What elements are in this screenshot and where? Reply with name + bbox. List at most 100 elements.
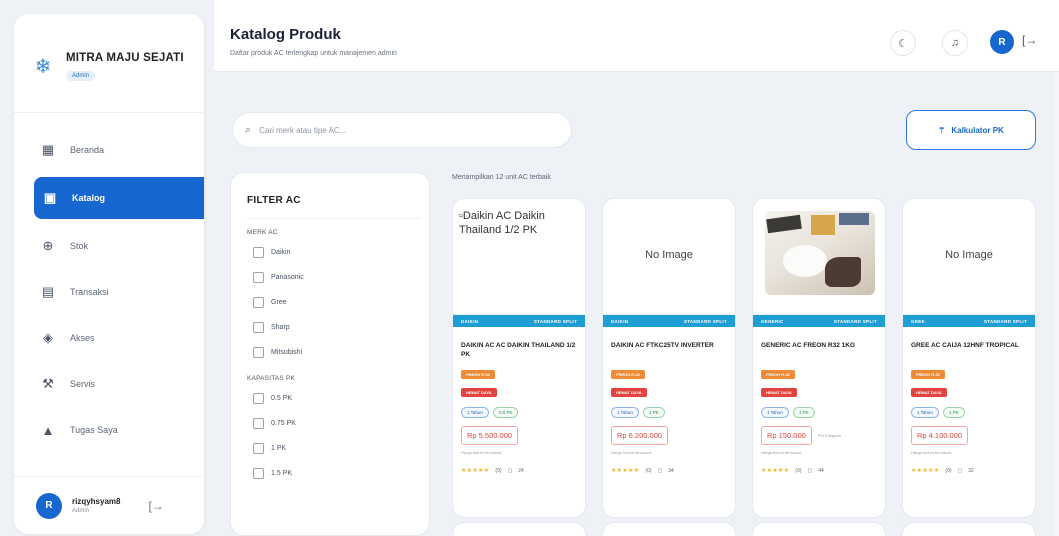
search-input[interactable] (259, 125, 540, 135)
price-note: Per Kilogram (817, 433, 841, 438)
price-subtext: Harga belum termasuk (911, 450, 952, 455)
checkbox[interactable] (253, 443, 264, 454)
filter-option-1-pk[interactable]: 1 PK (247, 436, 413, 461)
brand-tag: GENERIC (761, 318, 784, 324)
tag-bar: DAIKIN STANDARD SPLIT (603, 315, 735, 327)
no-image-placeholder: No Image (645, 249, 693, 261)
filter-option-daikin[interactable]: Daikin (247, 240, 413, 265)
filter-option-panasonic[interactable]: Panasonic (247, 265, 413, 290)
rating-stars: ★★★★★ (911, 468, 940, 474)
header-avatar[interactable]: R (990, 30, 1014, 54)
tag-bar: GREE STANDARD SPLIT (903, 315, 1035, 327)
sold-icon: ▢ (507, 467, 513, 474)
logout-icon[interactable]: [→ (148, 499, 163, 513)
brand-tag: DAIKIN (611, 318, 629, 324)
brand: ❄ MITRA MAJU SEJATI Admin (14, 14, 204, 98)
sidebar-item-label: Beranda (70, 145, 105, 155)
filter-option-label: 1 PK (271, 445, 287, 452)
type-tag: STANDARD SPLIT (533, 318, 577, 324)
feature-pill: FREON R-32 (611, 370, 645, 379)
filter-option-label: 0.75 PK (271, 420, 296, 427)
page-subtitle: Daftar produk AC terlengkap untuk manaje… (230, 50, 397, 57)
filter-option-label: Mitsubishi (271, 349, 303, 356)
sidebar-item-label: Stok (70, 241, 89, 251)
feature-pill: HEMAT DAYA (761, 388, 797, 397)
feature-pill: HEMAT DAYA (911, 388, 947, 397)
search-icon: ⌕ (245, 123, 252, 136)
filter-option-gree[interactable]: Gree (247, 290, 413, 315)
sidebar-item-beranda[interactable]: ▦ Beranda (14, 127, 204, 173)
filter-option-label: Panasonic (271, 274, 304, 281)
product-photo (765, 211, 875, 295)
warranty-chip: 1 Tahun (611, 407, 639, 418)
page-title: Katalog Produk (230, 26, 341, 43)
sold-count: 32 (968, 467, 974, 474)
product-card[interactable]: No Image GREE STANDARD SPLIT GREE AC CAIJ… (902, 198, 1036, 518)
product-card[interactable]: ▫Daikin AC Daikin Thailand 1/2 PK DAIKIN… (452, 198, 586, 518)
sidebar-item-transaksi[interactable]: ▤ Transaksi (14, 269, 204, 315)
tag-bar: DAIKIN STANDARD SPLIT (453, 315, 585, 327)
rating-stars: ★★★★★ (461, 468, 490, 474)
warranty-chip: 1 Tahun (461, 407, 489, 418)
calculator-pk-button[interactable]: ⚚ Kalkulator PK (906, 110, 1036, 150)
rating-stars: ★★★★★ (611, 468, 640, 474)
capacity-chip: 1 PK (942, 407, 965, 418)
sidebar-item-tugas-saya[interactable]: ▲ Tugas Saya (14, 407, 204, 453)
theme-toggle-button[interactable]: ☾ (890, 30, 916, 56)
product-title: DAIKIN AC AC DAIKIN THAILAND 1/2 PK (461, 342, 576, 358)
product-card[interactable] (902, 522, 1036, 536)
sidebar-item-servis[interactable]: ⚒ Servis (14, 361, 204, 407)
shield-icon: ◈ (43, 330, 53, 345)
product-card[interactable]: GENERIC STANDARD SPLIT GENERIC AC FREON R… (752, 198, 886, 518)
notification-button[interactable]: ♫ (942, 30, 968, 56)
alt-text: Daikin AC Daikin Thailand 1/2 PK (459, 210, 545, 236)
filter-group-title-kapasitas: KAPASITAS PK (247, 375, 296, 382)
results-count: Menampilkan 12 unit AC terbaik (452, 174, 551, 181)
filter-option-mitsubishi[interactable]: Mitsubishi (247, 340, 413, 365)
sold-icon: ▢ (807, 467, 813, 474)
price: Rp 150.000 (761, 426, 812, 445)
search-bar[interactable]: ⌕ (232, 112, 572, 148)
checkbox[interactable] (253, 347, 264, 358)
checkbox[interactable] (253, 272, 264, 283)
moon-icon: ☾ (898, 37, 908, 50)
avatar[interactable]: R (36, 492, 62, 519)
snowflake-icon: ❄ (34, 56, 52, 78)
product-title: GREE AC CAIJA 12HNF TROPICAL (911, 342, 1019, 349)
wand-icon: ⚚ (938, 125, 946, 135)
filter-option-label: Daikin (271, 249, 291, 256)
role-badge: Admin (66, 71, 96, 81)
product-card[interactable]: No Image DAIKIN STANDARD SPLIT DAIKIN AC … (602, 198, 736, 518)
filter-option-0-5-pk[interactable]: 0.5 PK (247, 386, 413, 411)
filter-title: FILTER AC (247, 195, 301, 206)
filter-option-sharp[interactable]: Sharp (247, 315, 413, 340)
sold-icon: ▢ (957, 467, 963, 474)
product-card[interactable] (752, 522, 886, 536)
sidebar-nav: ▦ Beranda ▣ Katalog ⊕ Stok ▤ Transaksi ◈… (14, 113, 204, 453)
type-tag: STANDARD SPLIT (983, 318, 1027, 324)
checkbox[interactable] (253, 322, 264, 333)
product-title: DAIKIN AC FTKC25TV INVERTER (611, 342, 714, 349)
filter-option-label: Gree (271, 299, 287, 306)
product-card[interactable] (452, 522, 586, 536)
rating-count: (0) (795, 467, 802, 474)
user-name: rizqyhsyam8 (72, 497, 121, 506)
filter-option-1-5-pk[interactable]: 1.5 PK (247, 461, 413, 486)
filter-option-0-75-pk[interactable]: 0.75 PK (247, 411, 413, 436)
warranty-chip: 1 Tahun (761, 407, 789, 418)
sidebar-item-katalog[interactable]: ▣ Katalog (34, 177, 204, 219)
price: Rp 6.200.000 (611, 426, 669, 445)
rating-count: (0) (645, 467, 652, 474)
checkbox[interactable] (253, 393, 264, 404)
sidebar-item-akses[interactable]: ◈ Akses (14, 315, 204, 361)
product-card[interactable] (602, 522, 736, 536)
sidebar-item-stok[interactable]: ⊕ Stok (14, 223, 204, 269)
checkbox[interactable] (253, 247, 264, 258)
scrollbar[interactable] (1053, 72, 1059, 536)
checkbox[interactable] (253, 418, 264, 429)
feature-pill: FREON R-32 (461, 370, 495, 379)
feature-pill: FREON R-32 (761, 370, 795, 379)
logout-icon[interactable]: [→ (1022, 33, 1037, 47)
checkbox[interactable] (253, 468, 264, 479)
checkbox[interactable] (253, 297, 264, 308)
